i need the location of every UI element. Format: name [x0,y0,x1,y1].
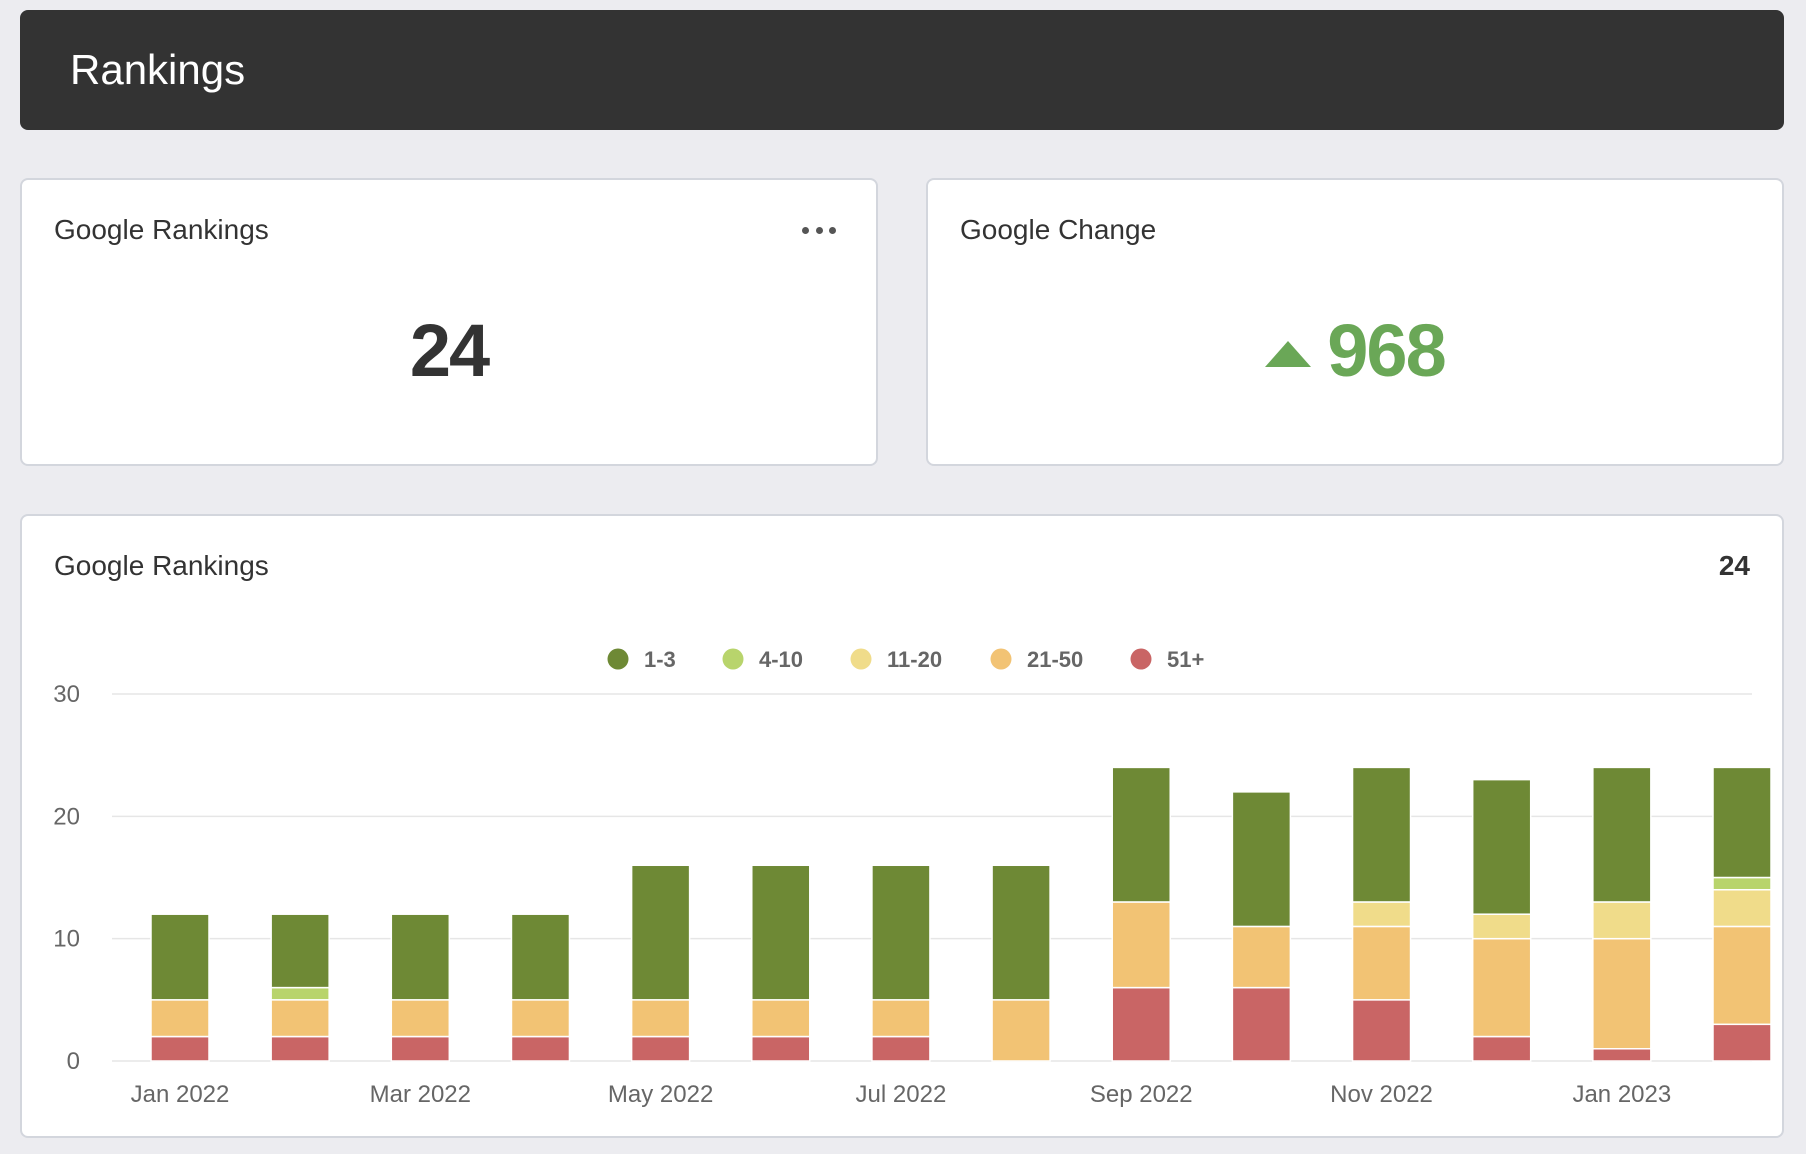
y-tick-label: 30 [53,681,80,708]
bar-segment-1-3[interactable] [1111,766,1171,903]
x-tick-label: May 2022 [608,1081,713,1108]
bar-segment-21-50[interactable] [991,999,1051,1062]
bar-segment-21-50[interactable] [630,999,691,1038]
rankings-count: 24 [409,309,490,392]
bar-segment-51+[interactable] [270,1035,330,1062]
bar-segment-1-3[interactable] [630,864,691,1001]
bar-segment-21-50[interactable] [871,999,931,1038]
page-title: Rankings [70,46,246,93]
x-tick-label: Jul 2022 [856,1081,947,1108]
bar-segment-1-3[interactable] [991,864,1051,1001]
google-rankings-card: Google Rankings 24 [20,178,878,466]
card-title: Google Rankings [54,214,269,245]
bar-segment-21-50[interactable] [1471,937,1532,1038]
bar-segment-51+[interactable] [1111,986,1171,1062]
card-title: Google Change [960,214,1157,245]
legend-label[interactable]: 51+ [1167,647,1204,672]
x-tick-label: Nov 2022 [1330,1081,1433,1108]
bar-segment-21-50[interactable] [510,999,571,1038]
legend-swatch[interactable] [607,648,629,670]
legend-swatch[interactable] [990,648,1012,670]
bar-segment-51+[interactable] [390,1035,451,1062]
bar-segment-21-50[interactable] [1712,925,1772,1026]
x-tick-label: Mar 2022 [370,1081,471,1108]
bar-segment-11-20[interactable] [1471,913,1532,940]
bar-segment-1-3[interactable] [1471,778,1532,915]
bar-segment-51+[interactable] [630,1035,691,1062]
bar-segment-1-3[interactable] [1351,766,1412,903]
bar-segment-51+[interactable] [1471,1035,1532,1062]
triangle-up-icon [1265,340,1312,367]
x-tick-label: Jan 2023 [1572,1081,1671,1108]
bar-segment-21-50[interactable] [390,999,451,1038]
bar-segment-51+[interactable] [1712,1023,1772,1062]
google-rankings-chart-card: Google Rankings 24 0 10 20 30 Jan 2022 Mar 20… [20,514,1784,1138]
bar-segment-11-20[interactable] [1712,888,1772,928]
legend-label[interactable]: 11-20 [887,647,942,672]
bar-segment-4-10[interactable] [1712,876,1772,891]
bar-segment-11-20[interactable] [1592,901,1652,940]
bar-segment-51+[interactable] [150,1035,210,1062]
bar-segment-1-3[interactable] [751,864,811,1001]
bar-segment-4-10[interactable] [270,986,330,1001]
more-options-button[interactable] [802,220,836,240]
y-tick-label: 20 [53,803,80,830]
bar-segment-51+[interactable] [1592,1048,1652,1062]
bar-segment-1-3[interactable] [1592,766,1652,903]
more-horizontal-icon [802,226,809,234]
more-horizontal-icon-dot [815,226,823,234]
bar-segment-21-50[interactable] [751,999,811,1038]
y-tick-label: 0 [67,1048,80,1075]
bar-segment-1-3[interactable] [390,913,451,1001]
change-indicator: 968 [928,308,1782,393]
bar-segment-21-50[interactable] [150,999,210,1038]
legend-swatch[interactable] [850,648,872,670]
bar-segment-11-20[interactable] [1351,901,1412,928]
bar-segment-21-50[interactable] [1351,925,1412,1001]
x-tick-label: Sep 2022 [1090,1081,1193,1108]
legend-swatch[interactable] [722,648,744,670]
legend-label[interactable]: 1-3 [644,647,676,672]
bar-segment-21-50[interactable] [1231,925,1292,989]
bar-segment-1-3[interactable] [270,913,330,989]
bar-segment-51+[interactable] [871,1035,931,1062]
bar-segment-51+[interactable] [1351,999,1412,1062]
page-header: Rankings [20,10,1784,130]
more-horizontal-icon-dot [829,226,836,234]
legend-label[interactable]: 4-10 [759,647,803,672]
legend-swatch[interactable] [1130,648,1152,670]
bar-segment-21-50[interactable] [1111,901,1171,989]
bar-segment-21-50[interactable] [270,999,330,1038]
bar-segment-1-3[interactable] [1231,791,1292,928]
bar-segment-51+[interactable] [510,1035,571,1062]
y-tick-label: 10 [53,926,80,953]
change-value: 968 [1327,309,1446,392]
bar-segment-1-3[interactable] [150,913,210,1001]
bar-segment-21-50[interactable] [1592,937,1652,1050]
bar-segment-51+[interactable] [1231,986,1292,1062]
bar-segment-1-3[interactable] [1712,766,1772,879]
google-change-card: Google Change 968 [926,178,1784,466]
x-tick-label: Jan 2022 [131,1081,230,1108]
legend-label[interactable]: 21-50 [1027,647,1083,672]
bar-segment-51+[interactable] [751,1035,811,1062]
bar-segment-1-3[interactable] [510,913,571,1001]
rankings-stacked-bar-chart: 0 10 20 30 Jan 2022 Mar 2022 May 2022 Jul 2022 S… [53,647,1772,1108]
bar-segment-1-3[interactable] [871,864,931,1001]
